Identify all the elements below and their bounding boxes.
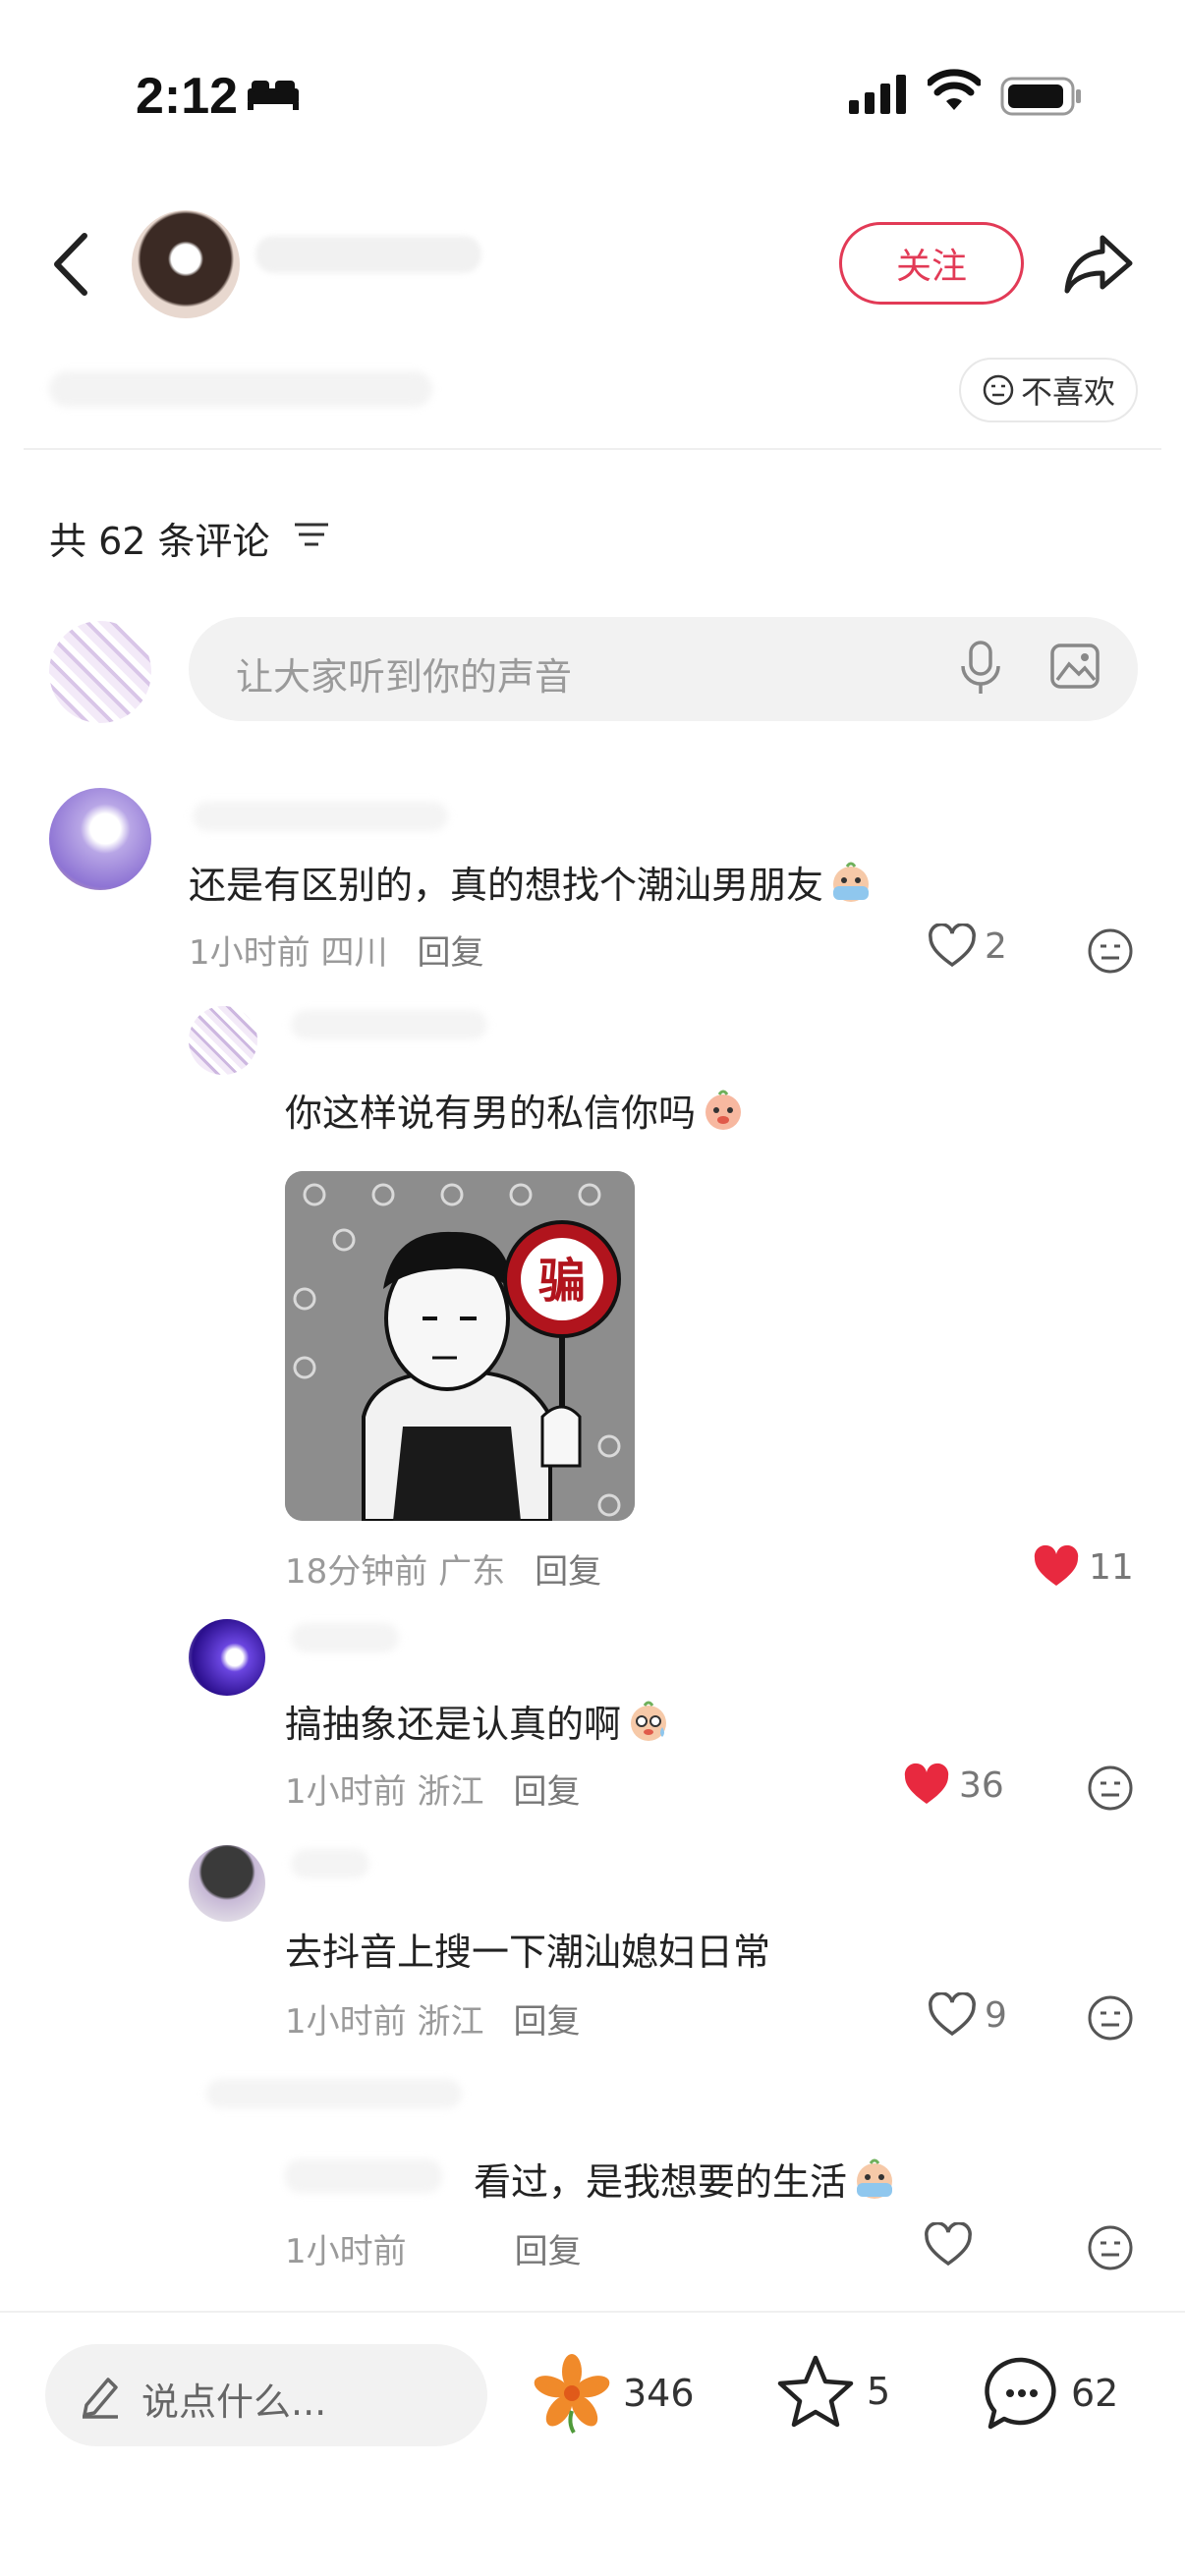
commenter-name-blurred [291,1849,369,1878]
sticker-illustration: 骗 [285,1171,635,1521]
image-icon[interactable] [1049,643,1100,690]
flower-icon [534,2354,610,2435]
meh-face-icon[interactable] [1087,1764,1134,1812]
comment-meta: 1小时前 浙江 回复 [285,1772,581,1812]
like-button[interactable]: 36 [902,1763,1004,1808]
comment-sticker-image[interactable]: 骗 [285,1171,635,1521]
commenter-name-blurred [193,802,448,831]
bottom-bar-divider [0,2311,1185,2313]
pencil-icon [83,2378,118,2419]
dislike-button[interactable]: 不喜欢 [959,358,1138,422]
star-icon [777,2355,854,2428]
reply-button[interactable]: 回复 [513,2002,580,2042]
heart-icon [925,2222,972,2267]
follow-button[interactable]: 关注 [839,222,1024,305]
say-something-placeholder: 说点什么... [141,2380,327,2424]
comment-meta: 1小时前 四川 回复 [189,933,484,973]
reply-button[interactable]: 回复 [515,2232,582,2271]
wifi-icon [928,69,981,110]
back-icon[interactable] [51,232,90,297]
author-name-blurred [255,236,481,273]
chat-icon [985,2357,1056,2430]
flower-button[interactable]: 346 [531,2352,695,2435]
favorite-button[interactable]: 5 [776,2354,890,2429]
share-icon[interactable] [1063,232,1134,295]
sticker-text: 骗 [538,1254,586,1309]
comments-button[interactable]: 62 [983,2354,1118,2433]
commenter-name-blurred [206,2079,462,2108]
comment-text: 去抖音上搜一下潮汕媳妇日常 [285,1931,771,1974]
like-button[interactable]: 11 [1032,1544,1134,1590]
sweat-emoji-icon [631,1701,667,1741]
like-button[interactable] [924,2222,973,2268]
comment-text: 搞抽象还是认真的啊 [285,1694,672,1748]
filter-icon[interactable] [293,521,332,550]
comment-meta: 18分钟前 广东 回复 [285,1552,602,1592]
comments-count: 62 [1071,2372,1119,2415]
heart-icon [904,1763,949,1804]
flustered-emoji-icon [705,1090,742,1130]
my-avatar [49,621,151,723]
comment-text: 你这样说有男的私信你吗 [285,1083,747,1137]
crying-emoji-icon [857,2158,893,2199]
post-meta-blurred [49,371,432,407]
author-avatar[interactable] [132,210,240,318]
comment-meta: 1小时前 回复 [285,2232,582,2271]
heart-icon [1034,1544,1079,1586]
comment-text: 看过，是我想要的生活 [474,2152,898,2206]
reply-button[interactable]: 回复 [513,1772,580,1812]
favorite-count: 5 [867,2370,891,2413]
commenter-avatar[interactable] [49,788,151,890]
flower-count: 346 [623,2372,695,2415]
heart-icon [929,1992,976,2037]
comment-text: 还是有区别的，真的想找个潮汕男朋友 [189,855,875,909]
sleep-focus-icon [248,81,299,110]
commenter-name-blurred [291,1010,487,1039]
battery-icon [1000,77,1081,116]
commenter-avatar[interactable] [189,1006,257,1075]
reply-button[interactable]: 回复 [417,933,483,973]
meh-face-icon[interactable] [1087,2224,1134,2271]
commenter-avatar[interactable] [189,1619,265,1696]
like-button[interactable]: 2 [928,924,1007,969]
comment-meta: 1小时前 浙江 回复 [285,2002,581,2042]
dislike-face-icon [983,374,1014,406]
comment-prefix-blurred [285,2159,442,2193]
reply-button[interactable]: 回复 [535,1552,601,1592]
divider [24,448,1161,450]
comment-count: 共 62 条评论 [49,520,270,563]
heart-icon [929,924,976,968]
mic-icon[interactable] [959,641,1002,696]
commenter-avatar[interactable] [189,1845,265,1922]
dislike-label: 不喜欢 [1020,373,1115,411]
crying-emoji-icon [833,862,870,902]
cellular-signal-icon [849,75,906,114]
comment-input-placeholder: 让大家听到你的声音 [236,655,573,699]
meh-face-icon[interactable] [1087,927,1134,975]
status-time: 2:12 [136,68,239,125]
meh-face-icon[interactable] [1087,1994,1134,2042]
commenter-name-blurred [291,1623,399,1652]
like-button[interactable]: 9 [928,1992,1007,2038]
